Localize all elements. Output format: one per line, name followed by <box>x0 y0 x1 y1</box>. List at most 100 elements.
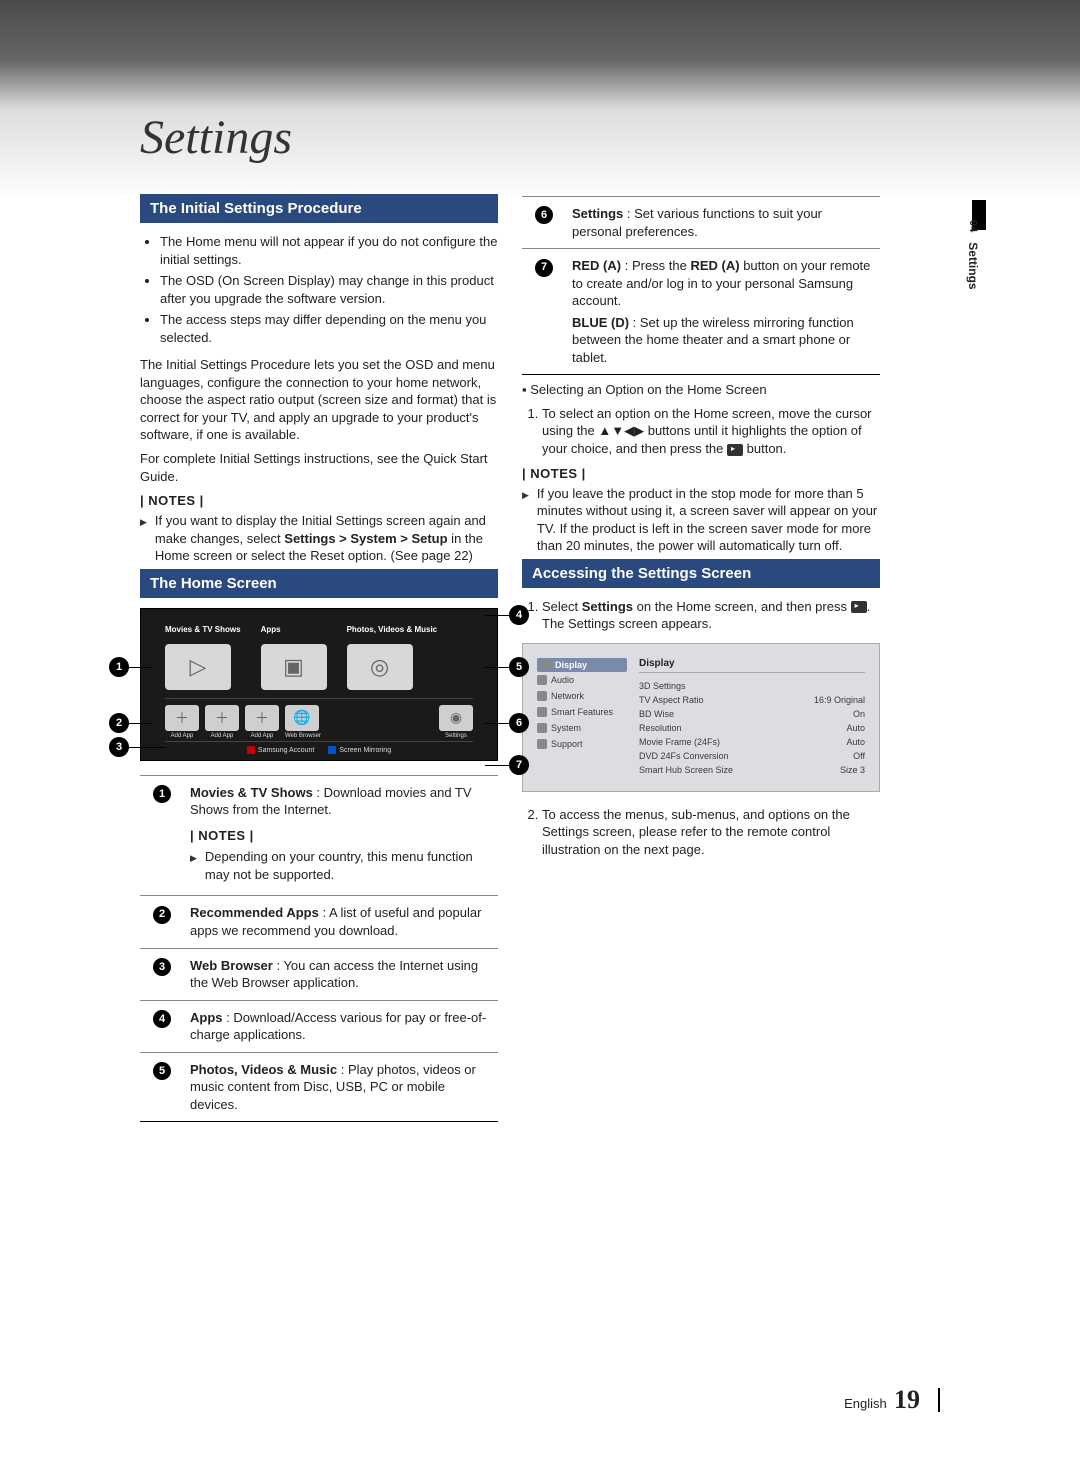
note-arrow-icon <box>522 485 531 555</box>
step-text: To select an option on the Home screen, … <box>542 406 872 456</box>
table-row: 1 Movies & TV Shows : Download movies an… <box>140 775 498 896</box>
tile-label: Apps <box>261 625 281 641</box>
small-label: Add App <box>205 733 239 739</box>
add-app-icon: ＋ <box>245 705 279 731</box>
home-screen-description-table: 1 Movies & TV Shows : Download movies an… <box>140 775 498 1123</box>
left-column: The Initial Settings Procedure The Home … <box>140 190 498 1128</box>
callout-line <box>129 747 165 748</box>
bullet-item: The Home menu will not appear if you do … <box>160 233 498 268</box>
row-number-7: 7 <box>535 259 553 277</box>
list-item: To access the menus, sub-menus, and opti… <box>542 806 880 859</box>
row-bold: Photos, Videos & Music <box>190 1062 337 1077</box>
play-tile-icon: ▷ <box>165 644 231 690</box>
note-text: Depending on your country, this menu fun… <box>205 848 492 883</box>
sidebar-item-audio: Audio <box>537 672 627 688</box>
audio-icon <box>537 675 547 685</box>
step-text: button. <box>747 441 787 456</box>
callout-2: 2 <box>109 713 129 733</box>
row-bold: Apps <box>190 1010 223 1025</box>
bullet-item: The access steps may differ depending on… <box>160 311 498 346</box>
accessing-settings-steps-2: To access the menus, sub-menus, and opti… <box>522 806 880 859</box>
smart-icon <box>537 707 547 717</box>
settings-icon: ◉ <box>439 705 473 731</box>
table-row: 2 Recommended Apps : A list of useful an… <box>140 896 498 948</box>
home-screen-figure: Movies & TV Shows ▷ Apps ▣ Photos, Video… <box>140 608 498 761</box>
system-icon <box>537 723 547 733</box>
thumb-tab: 04 Settings <box>966 220 980 290</box>
small-label: Web Browser <box>285 733 321 739</box>
settings-main-panel: Display 3D Settings TV Aspect Ratio16:9 … <box>639 658 865 777</box>
accessing-settings-steps: Select Settings on the Home screen, and … <box>522 598 880 633</box>
home-screen-description-table-right: 6 Settings : Set various functions to su… <box>522 196 880 375</box>
table-row: 3 Web Browser : You can access the Inter… <box>140 948 498 1000</box>
tile-label: Photos, Videos & Music <box>347 625 438 641</box>
row-text: : Press the <box>621 258 690 273</box>
row-bold: Web Browser <box>190 958 273 973</box>
notes-label: | NOTES | <box>522 466 880 481</box>
support-icon <box>537 739 547 749</box>
enter-button-icon <box>851 601 867 613</box>
thumb-tab-label: Settings <box>966 242 980 289</box>
sidebar-item-display: Display <box>537 658 627 672</box>
row-number-2: 2 <box>153 906 171 924</box>
note-arrow-icon <box>140 512 149 565</box>
note-item: If you leave the product in the stop mod… <box>522 485 880 555</box>
page-footer: English 19 <box>844 1385 920 1415</box>
callout-3: 3 <box>109 737 129 757</box>
initial-settings-para2: For complete Initial Settings instructio… <box>140 450 498 485</box>
row-bold: RED (A) <box>572 258 621 273</box>
sidebar-item-network: Network <box>537 688 627 704</box>
right-column: 6 Settings : Set various functions to su… <box>522 190 880 1128</box>
callout-line <box>129 723 153 724</box>
note-text: If you leave the product in the stop mod… <box>537 485 880 555</box>
enter-button-icon <box>727 444 743 456</box>
settings-screen-figure: Display Audio Network Smart Features Sys… <box>522 643 880 792</box>
callout-line <box>485 723 509 724</box>
table-row: 6 Settings : Set various functions to su… <box>522 197 880 249</box>
row-number-4: 4 <box>153 1010 171 1028</box>
network-icon <box>537 691 547 701</box>
thumb-tab-num: 04 <box>967 220 979 232</box>
step-text: Select <box>542 599 582 614</box>
footer-lang: English <box>844 1396 887 1411</box>
row-number-5: 5 <box>153 1062 171 1080</box>
setting-row: Smart Hub Screen SizeSize 3 <box>639 763 865 777</box>
table-row: 7 RED (A) : Press the RED (A) button on … <box>522 249 880 375</box>
tile-label: Movies & TV Shows <box>165 625 241 641</box>
red-button-icon <box>247 746 255 754</box>
step-text: on the Home screen, and then press <box>633 599 851 614</box>
row-bold: BLUE (D) <box>572 315 629 330</box>
callout-4: 4 <box>509 605 529 625</box>
row-number-6: 6 <box>535 206 553 224</box>
select-option-heading: ▪ Selecting an Option on the Home Screen <box>522 381 880 399</box>
setting-row: Movie Frame (24Fs)Auto <box>639 735 865 749</box>
row-bold: Settings <box>572 206 623 221</box>
sidebar-item-system: System <box>537 720 627 736</box>
page-title: Settings <box>140 110 292 165</box>
table-row: 4 Apps : Download/Access various for pay… <box>140 1000 498 1052</box>
sidebar-item-smart-features: Smart Features <box>537 704 627 720</box>
row-bold: RED (A) <box>690 258 739 273</box>
footer-divider <box>938 1388 940 1412</box>
section-heading-initial-settings: The Initial Settings Procedure <box>140 194 498 223</box>
add-app-icon: ＋ <box>165 705 199 731</box>
row-number-3: 3 <box>153 958 171 976</box>
note-bold: Settings > System > Setup <box>284 531 447 546</box>
step-bold: Settings <box>582 599 633 614</box>
callout-line <box>129 667 153 668</box>
bottom-label-a: Samsung Account <box>258 747 314 754</box>
blue-button-icon <box>328 746 336 754</box>
note-item: If you want to display the Initial Setti… <box>140 512 498 565</box>
initial-settings-para1: The Initial Settings Procedure lets you … <box>140 356 498 444</box>
callout-line <box>485 667 509 668</box>
list-item: Select Settings on the Home screen, and … <box>542 598 880 633</box>
initial-settings-bullets: The Home menu will not appear if you do … <box>140 233 498 346</box>
row-bold: Movies & TV Shows <box>190 785 313 800</box>
setting-row: 3D Settings <box>639 679 865 693</box>
table-row: 5 Photos, Videos & Music : Play photos, … <box>140 1052 498 1122</box>
callout-line <box>485 765 509 766</box>
row-text: : Download/Access various for pay or fre… <box>190 1010 486 1043</box>
callout-6: 6 <box>509 713 529 733</box>
setting-row: DVD 24Fs ConversionOff <box>639 749 865 763</box>
section-heading-accessing-settings: Accessing the Settings Screen <box>522 559 880 588</box>
